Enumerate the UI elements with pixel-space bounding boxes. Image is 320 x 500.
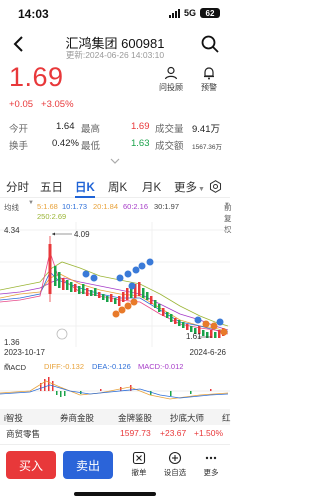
turnover-label: 换手 xyxy=(9,141,29,152)
ma250-value: 250:2.69 xyxy=(37,212,67,221)
back-arrow-icon[interactable] xyxy=(10,34,28,54)
adjust-caret-icon: ▼ xyxy=(224,202,230,208)
tool-broker-stocks[interactable]: 券商金股 xyxy=(60,412,94,424)
tab-monthly-k[interactable]: 月K xyxy=(142,179,161,195)
tab-five-day[interactable]: 五日 xyxy=(40,179,63,195)
status-icons: 5G 62 xyxy=(168,8,220,18)
amount-label: 成交额 xyxy=(155,141,184,152)
price-change: +0.05 xyxy=(9,99,34,110)
low-value: 1.63 xyxy=(131,138,150,149)
add-watchlist-button[interactable]: 设自选 xyxy=(162,451,188,478)
macd-caret-icon: ▼ xyxy=(4,363,10,369)
ma10-value: 10:1.73 xyxy=(62,202,88,211)
tab-more[interactable]: 更多▼ xyxy=(174,179,205,195)
advisor-icon xyxy=(164,66,178,80)
ask-advisor-label: 问投顾 xyxy=(159,83,183,92)
alert-label: 预警 xyxy=(201,83,217,92)
y-min-label: 1.36 xyxy=(4,338,20,347)
end-date: 2024-6-26 xyxy=(189,348,226,357)
status-time: 14:03 xyxy=(18,7,49,21)
cancel-order-button[interactable]: 撤单 xyxy=(126,451,152,478)
caret-down-icon: ▼ xyxy=(198,186,205,193)
k-line-chart[interactable]: 4.34 1.36 4.09 1.61 2023-10-17 2024-6-26 xyxy=(0,222,230,357)
top-actions: 问投顾 预警 xyxy=(158,66,222,93)
sector-row[interactable]: 商贸零售 1597.73 +23.67 +1.50% xyxy=(0,426,230,440)
sector-change: +23.67 xyxy=(160,428,187,438)
search-icon[interactable] xyxy=(200,34,220,54)
ask-advisor-button[interactable]: 问投顾 xyxy=(158,66,184,93)
stats-row-2: 换手 0.42% 最低 1.63 成交额 1567.36万 xyxy=(9,138,224,155)
open-label: 今开 xyxy=(9,124,29,135)
battery-icon: 62 xyxy=(200,8,220,18)
ma5-value: 5:1.68 xyxy=(37,202,58,211)
signal-icon xyxy=(168,8,180,18)
macd-histogram xyxy=(40,377,212,397)
cancel-order-label: 撤单 xyxy=(131,468,147,477)
network-type: 5G xyxy=(183,8,196,18)
tools-row: i智投 券商金股 金牌鉴股 抄底大师 红 xyxy=(0,409,231,425)
period-tabs: 分时 五日 日K 周K 月K 更多▼ xyxy=(0,176,230,198)
turnover-value: 0.42% xyxy=(52,138,79,149)
active-tab-underline xyxy=(75,196,95,198)
alert-button[interactable]: 预警 xyxy=(196,66,222,93)
macd-dea: DEA:-0.126 xyxy=(92,362,131,371)
more-button[interactable]: 更多 xyxy=(198,451,224,478)
high-price-mark: 4.09 xyxy=(74,230,90,239)
y-max-label: 4.34 xyxy=(4,226,20,235)
volume-label: 成交量 xyxy=(155,124,184,135)
tool-red[interactable]: 红 xyxy=(222,412,231,424)
ma30-value: 30:1.97 xyxy=(154,202,180,211)
more-label: 更多 xyxy=(203,468,219,477)
gear-icon[interactable] xyxy=(209,180,222,193)
buy-button[interactable]: 买入 xyxy=(6,451,56,479)
add-circle-icon xyxy=(168,451,182,465)
sell-button[interactable]: 卖出 xyxy=(63,451,113,479)
tab-more-label: 更多 xyxy=(174,182,197,194)
stats-row-1: 今开 1.64 最高 1.69 成交量 9.41万 xyxy=(9,121,224,138)
macd-chart[interactable] xyxy=(0,373,230,409)
stats-panel: 今开 1.64 最高 1.69 成交量 9.41万 换手 0.42% 最低 1.… xyxy=(9,121,224,155)
low-price-mark: 1.61 xyxy=(186,332,202,341)
tool-bottom-master[interactable]: 抄底大师 xyxy=(170,412,204,424)
open-value: 1.64 xyxy=(56,121,75,132)
tab-weekly-k[interactable]: 周K xyxy=(108,179,127,195)
ma60-value: 60:2.16 xyxy=(123,202,149,211)
expand-chevron-icon[interactable] xyxy=(110,158,120,164)
low-label: 最低 xyxy=(81,141,101,152)
volume-value: 9.41万 xyxy=(192,124,220,135)
macd-dif: DIFF:-0.132 xyxy=(44,362,85,371)
tool-gold-review[interactable]: 金牌鉴股 xyxy=(118,412,152,424)
more-dots-icon xyxy=(205,456,217,460)
sector-name: 商贸零售 xyxy=(6,429,41,439)
cancel-order-icon xyxy=(132,451,146,465)
bell-icon xyxy=(204,67,214,80)
macd-svg xyxy=(0,377,230,400)
price-change-pct: +3.05% xyxy=(41,99,74,110)
macd-value: MACD:-0.012 xyxy=(138,362,184,371)
ma-caret-icon: ▼ xyxy=(28,200,34,206)
high-value: 1.69 xyxy=(131,121,150,132)
amount-value: 1567.36万 xyxy=(192,144,222,151)
sector-value: 1597.73 xyxy=(120,428,151,438)
add-watchlist-label: 设自选 xyxy=(163,468,187,477)
ma20-value: 20:1.84 xyxy=(93,202,119,211)
macd-legend: MACD ▼ DIFF:-0.132 DEA:-0.126 MACD:-0.01… xyxy=(4,361,228,373)
tab-daily-k[interactable]: 日K xyxy=(75,179,95,195)
ma-label[interactable]: 均线 xyxy=(4,202,19,213)
price-block: 1.69 xyxy=(9,62,64,93)
start-date: 2023-10-17 xyxy=(4,348,45,357)
tool-izhitou[interactable]: i智投 xyxy=(4,412,23,424)
change-row: +0.05 +3.05% xyxy=(9,99,74,110)
sector-pct: +1.50% xyxy=(194,428,224,438)
home-indicator xyxy=(74,492,156,496)
high-label: 最高 xyxy=(81,124,101,135)
current-price: 1.69 xyxy=(9,62,64,92)
tab-intraday[interactable]: 分时 xyxy=(6,179,29,195)
update-time: 更新:2024-06-26 14:03:10 xyxy=(65,50,165,60)
nav-bar: 汇鸿集团 600981 更新:2024-06-26 14:03:10 xyxy=(0,28,230,62)
status-bar: 14:03 5G 62 xyxy=(0,0,230,28)
